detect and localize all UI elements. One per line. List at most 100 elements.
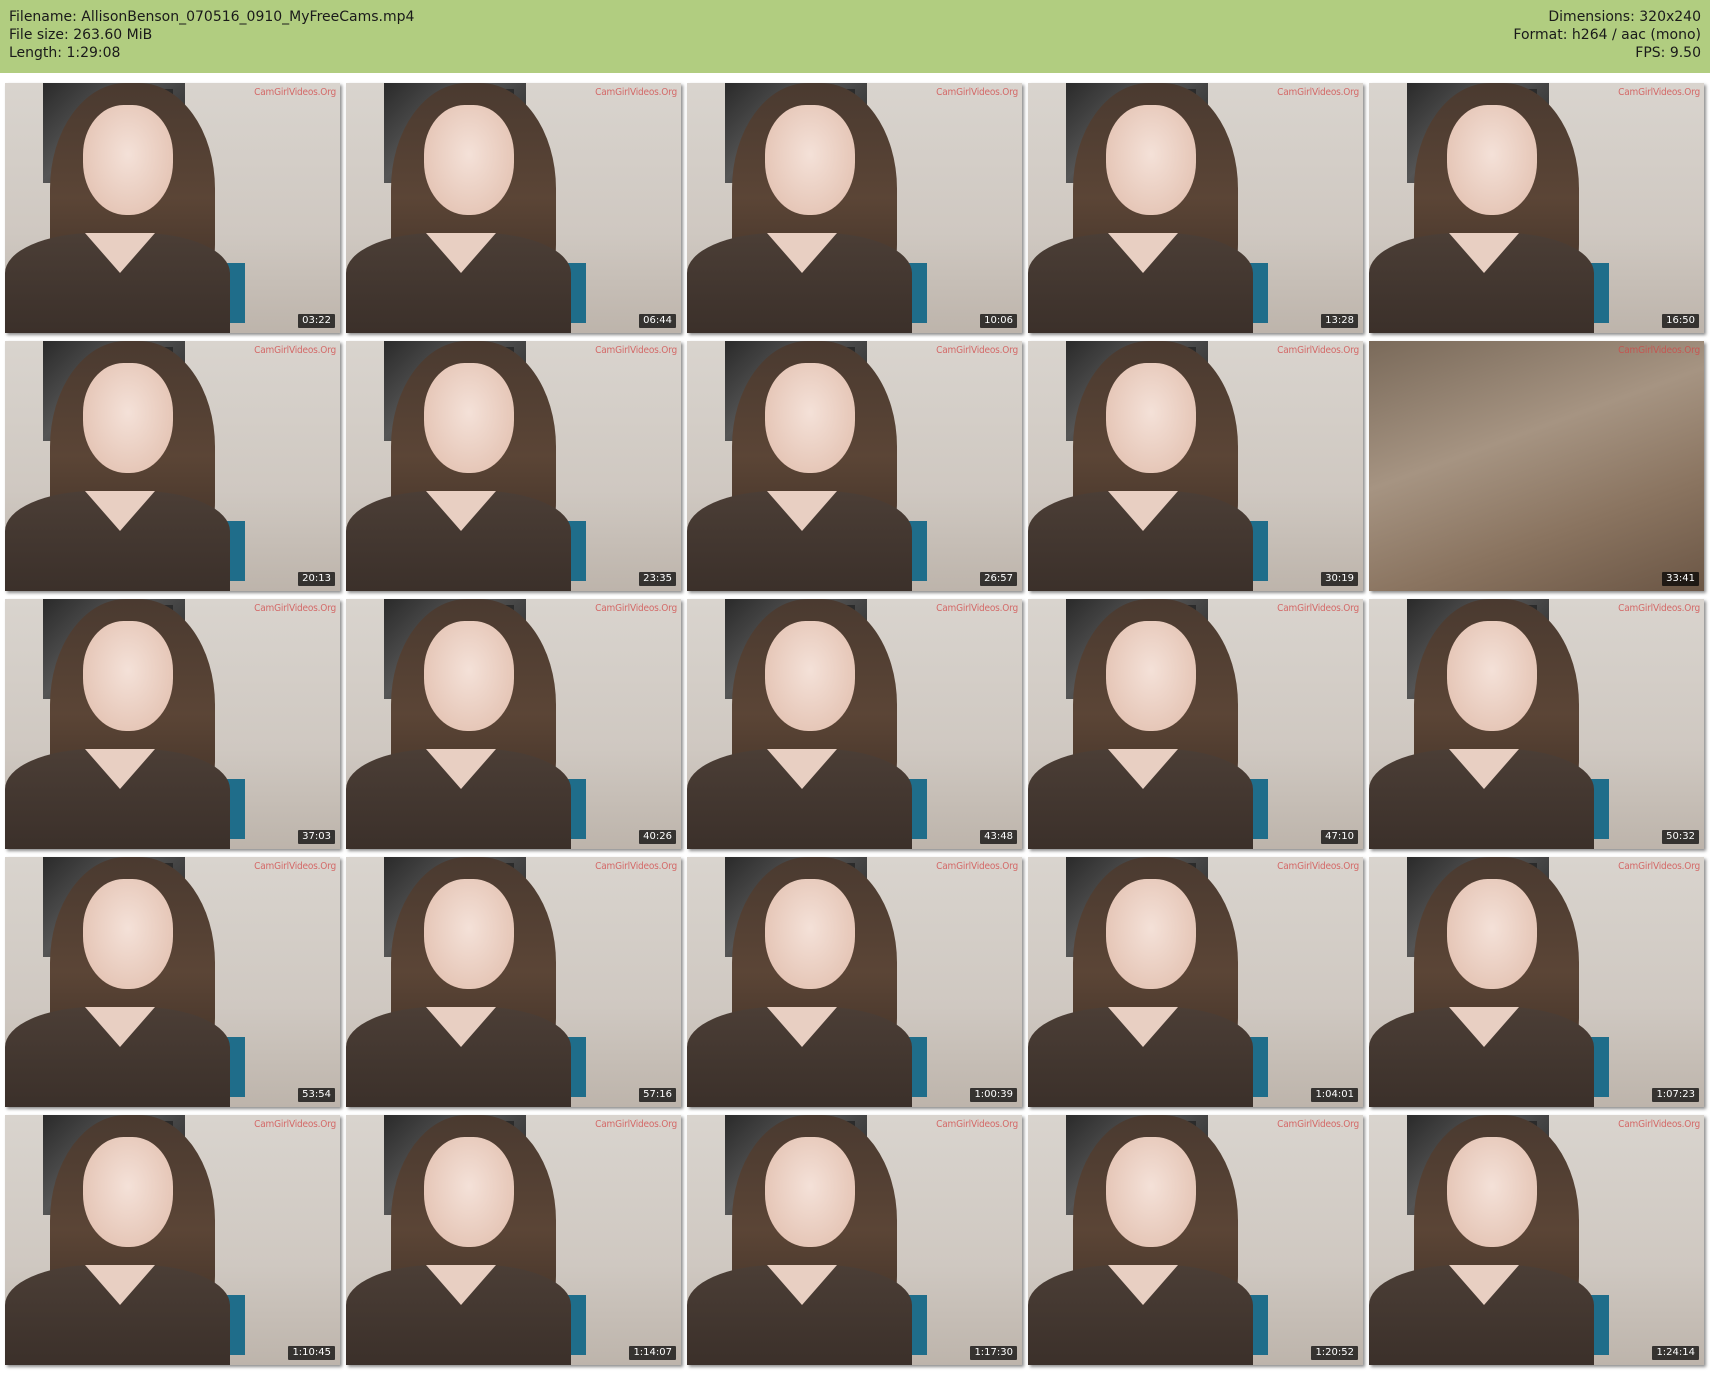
video-thumbnail[interactable]: CamGirlVideos.Org 20:13 xyxy=(5,341,340,591)
watermark-text: CamGirlVideos.Org xyxy=(936,345,1018,356)
video-thumbnail[interactable]: CamGirlVideos.Org 30:19 xyxy=(1028,341,1363,591)
timestamp-label: 03:22 xyxy=(298,314,335,328)
watermark-text: CamGirlVideos.Org xyxy=(595,345,677,356)
watermark-text: CamGirlVideos.Org xyxy=(936,861,1018,872)
sweater xyxy=(1369,749,1594,849)
video-thumbnail[interactable]: CamGirlVideos.Org 13:28 xyxy=(1028,83,1363,333)
video-thumbnail[interactable]: CamGirlVideos.Org 1:20:52 xyxy=(1028,1115,1363,1365)
timestamp-label: 1:20:52 xyxy=(1311,1346,1358,1360)
sweater xyxy=(5,491,230,591)
sweater xyxy=(687,749,912,849)
face xyxy=(424,879,514,989)
timestamp-label: 30:19 xyxy=(1321,572,1358,586)
face xyxy=(1447,879,1537,989)
video-thumbnail[interactable]: CamGirlVideos.Org 1:00:39 xyxy=(687,857,1022,1107)
watermark-text: CamGirlVideos.Org xyxy=(1277,1119,1359,1130)
timestamp-label: 13:28 xyxy=(1321,314,1358,328)
video-thumbnail[interactable]: CamGirlVideos.Org 1:24:14 xyxy=(1369,1115,1704,1365)
video-thumbnail[interactable]: CamGirlVideos.Org 50:32 xyxy=(1369,599,1704,849)
video-thumbnail[interactable]: CamGirlVideos.Org 1:04:01 xyxy=(1028,857,1363,1107)
watermark-text: CamGirlVideos.Org xyxy=(1618,861,1700,872)
sweater xyxy=(5,1007,230,1107)
face xyxy=(83,105,173,215)
watermark-text: CamGirlVideos.Org xyxy=(1277,87,1359,98)
sweater xyxy=(687,1007,912,1107)
video-thumbnail[interactable]: CamGirlVideos.Org 1:17:30 xyxy=(687,1115,1022,1365)
video-thumbnail[interactable]: CamGirlVideos.Org 06:44 xyxy=(346,83,681,333)
timestamp-label: 1:07:23 xyxy=(1652,1088,1699,1102)
fps-text: FPS: 9.50 xyxy=(1635,45,1701,61)
face xyxy=(83,879,173,989)
info-left: Filename: AllisonBenson_070516_0910_MyFr… xyxy=(9,8,414,62)
watermark-text: CamGirlVideos.Org xyxy=(1618,1119,1700,1130)
video-thumbnail[interactable]: CamGirlVideos.Org 37:03 xyxy=(5,599,340,849)
timestamp-label: 33:41 xyxy=(1662,572,1699,586)
watermark-text: CamGirlVideos.Org xyxy=(936,603,1018,614)
sweater xyxy=(687,1265,912,1365)
video-thumbnail[interactable]: CamGirlVideos.Org 23:35 xyxy=(346,341,681,591)
face xyxy=(1106,621,1196,731)
sweater xyxy=(687,491,912,591)
sweater xyxy=(1028,233,1253,333)
sweater xyxy=(1028,1007,1253,1107)
video-thumbnail[interactable]: CamGirlVideos.Org 57:16 xyxy=(346,857,681,1107)
face xyxy=(1106,105,1196,215)
video-thumbnail[interactable]: CamGirlVideos.Org 1:10:45 xyxy=(5,1115,340,1365)
timestamp-label: 16:50 xyxy=(1662,314,1699,328)
watermark-text: CamGirlVideos.Org xyxy=(595,603,677,614)
face xyxy=(765,879,855,989)
watermark-text: CamGirlVideos.Org xyxy=(595,87,677,98)
sweater xyxy=(687,233,912,333)
video-thumbnail[interactable]: CamGirlVideos.Org 43:48 xyxy=(687,599,1022,849)
info-header: Filename: AllisonBenson_070516_0910_MyFr… xyxy=(0,0,1710,73)
sweater xyxy=(1369,1007,1594,1107)
timestamp-label: 26:57 xyxy=(980,572,1017,586)
hair xyxy=(1369,341,1704,591)
thumbnail-grid: CamGirlVideos.Org 03:22 CamGirlVideos.Org 0… xyxy=(5,83,1704,1365)
video-thumbnail[interactable]: CamGirlVideos.Org 26:57 xyxy=(687,341,1022,591)
video-thumbnail[interactable]: CamGirlVideos.Org 40:26 xyxy=(346,599,681,849)
face xyxy=(1106,363,1196,473)
face xyxy=(424,1137,514,1247)
video-thumbnail[interactable]: CamGirlVideos.Org 1:07:23 xyxy=(1369,857,1704,1107)
video-thumbnail[interactable]: CamGirlVideos.Org 33:41 xyxy=(1369,341,1704,591)
video-thumbnail[interactable]: CamGirlVideos.Org 53:54 xyxy=(5,857,340,1107)
sweater xyxy=(5,1265,230,1365)
face xyxy=(765,621,855,731)
timestamp-label: 50:32 xyxy=(1662,830,1699,844)
sweater xyxy=(346,749,571,849)
watermark-text: CamGirlVideos.Org xyxy=(1618,87,1700,98)
length-text: Length: 1:29:08 xyxy=(9,45,121,61)
sweater xyxy=(5,749,230,849)
sweater xyxy=(346,1265,571,1365)
sweater xyxy=(346,491,571,591)
timestamp-label: 1:10:45 xyxy=(288,1346,335,1360)
timestamp-label: 1:17:30 xyxy=(970,1346,1017,1360)
watermark-text: CamGirlVideos.Org xyxy=(595,861,677,872)
watermark-text: CamGirlVideos.Org xyxy=(1618,603,1700,614)
watermark-text: CamGirlVideos.Org xyxy=(254,87,336,98)
face xyxy=(424,621,514,731)
format-text: Format: h264 / aac (mono) xyxy=(1513,27,1701,43)
watermark-text: CamGirlVideos.Org xyxy=(1277,345,1359,356)
face xyxy=(1106,1137,1196,1247)
face xyxy=(1447,1137,1537,1247)
sweater xyxy=(1028,749,1253,849)
video-thumbnail[interactable]: CamGirlVideos.Org 1:14:07 xyxy=(346,1115,681,1365)
timestamp-label: 53:54 xyxy=(298,1088,335,1102)
video-thumbnail[interactable]: CamGirlVideos.Org 10:06 xyxy=(687,83,1022,333)
timestamp-label: 1:24:14 xyxy=(1652,1346,1699,1360)
sweater xyxy=(1028,1265,1253,1365)
timestamp-label: 20:13 xyxy=(298,572,335,586)
filename-text: Filename: AllisonBenson_070516_0910_MyFr… xyxy=(9,9,415,25)
video-thumbnail[interactable]: CamGirlVideos.Org 03:22 xyxy=(5,83,340,333)
timestamp-label: 47:10 xyxy=(1321,830,1358,844)
watermark-text: CamGirlVideos.Org xyxy=(936,1119,1018,1130)
info-right: Dimensions: 320x240 Format: h264 / aac (… xyxy=(1513,8,1701,62)
face xyxy=(765,363,855,473)
video-thumbnail[interactable]: CamGirlVideos.Org 16:50 xyxy=(1369,83,1704,333)
timestamp-label: 23:35 xyxy=(639,572,676,586)
timestamp-label: 57:16 xyxy=(639,1088,676,1102)
watermark-text: CamGirlVideos.Org xyxy=(254,1119,336,1130)
video-thumbnail[interactable]: CamGirlVideos.Org 47:10 xyxy=(1028,599,1363,849)
